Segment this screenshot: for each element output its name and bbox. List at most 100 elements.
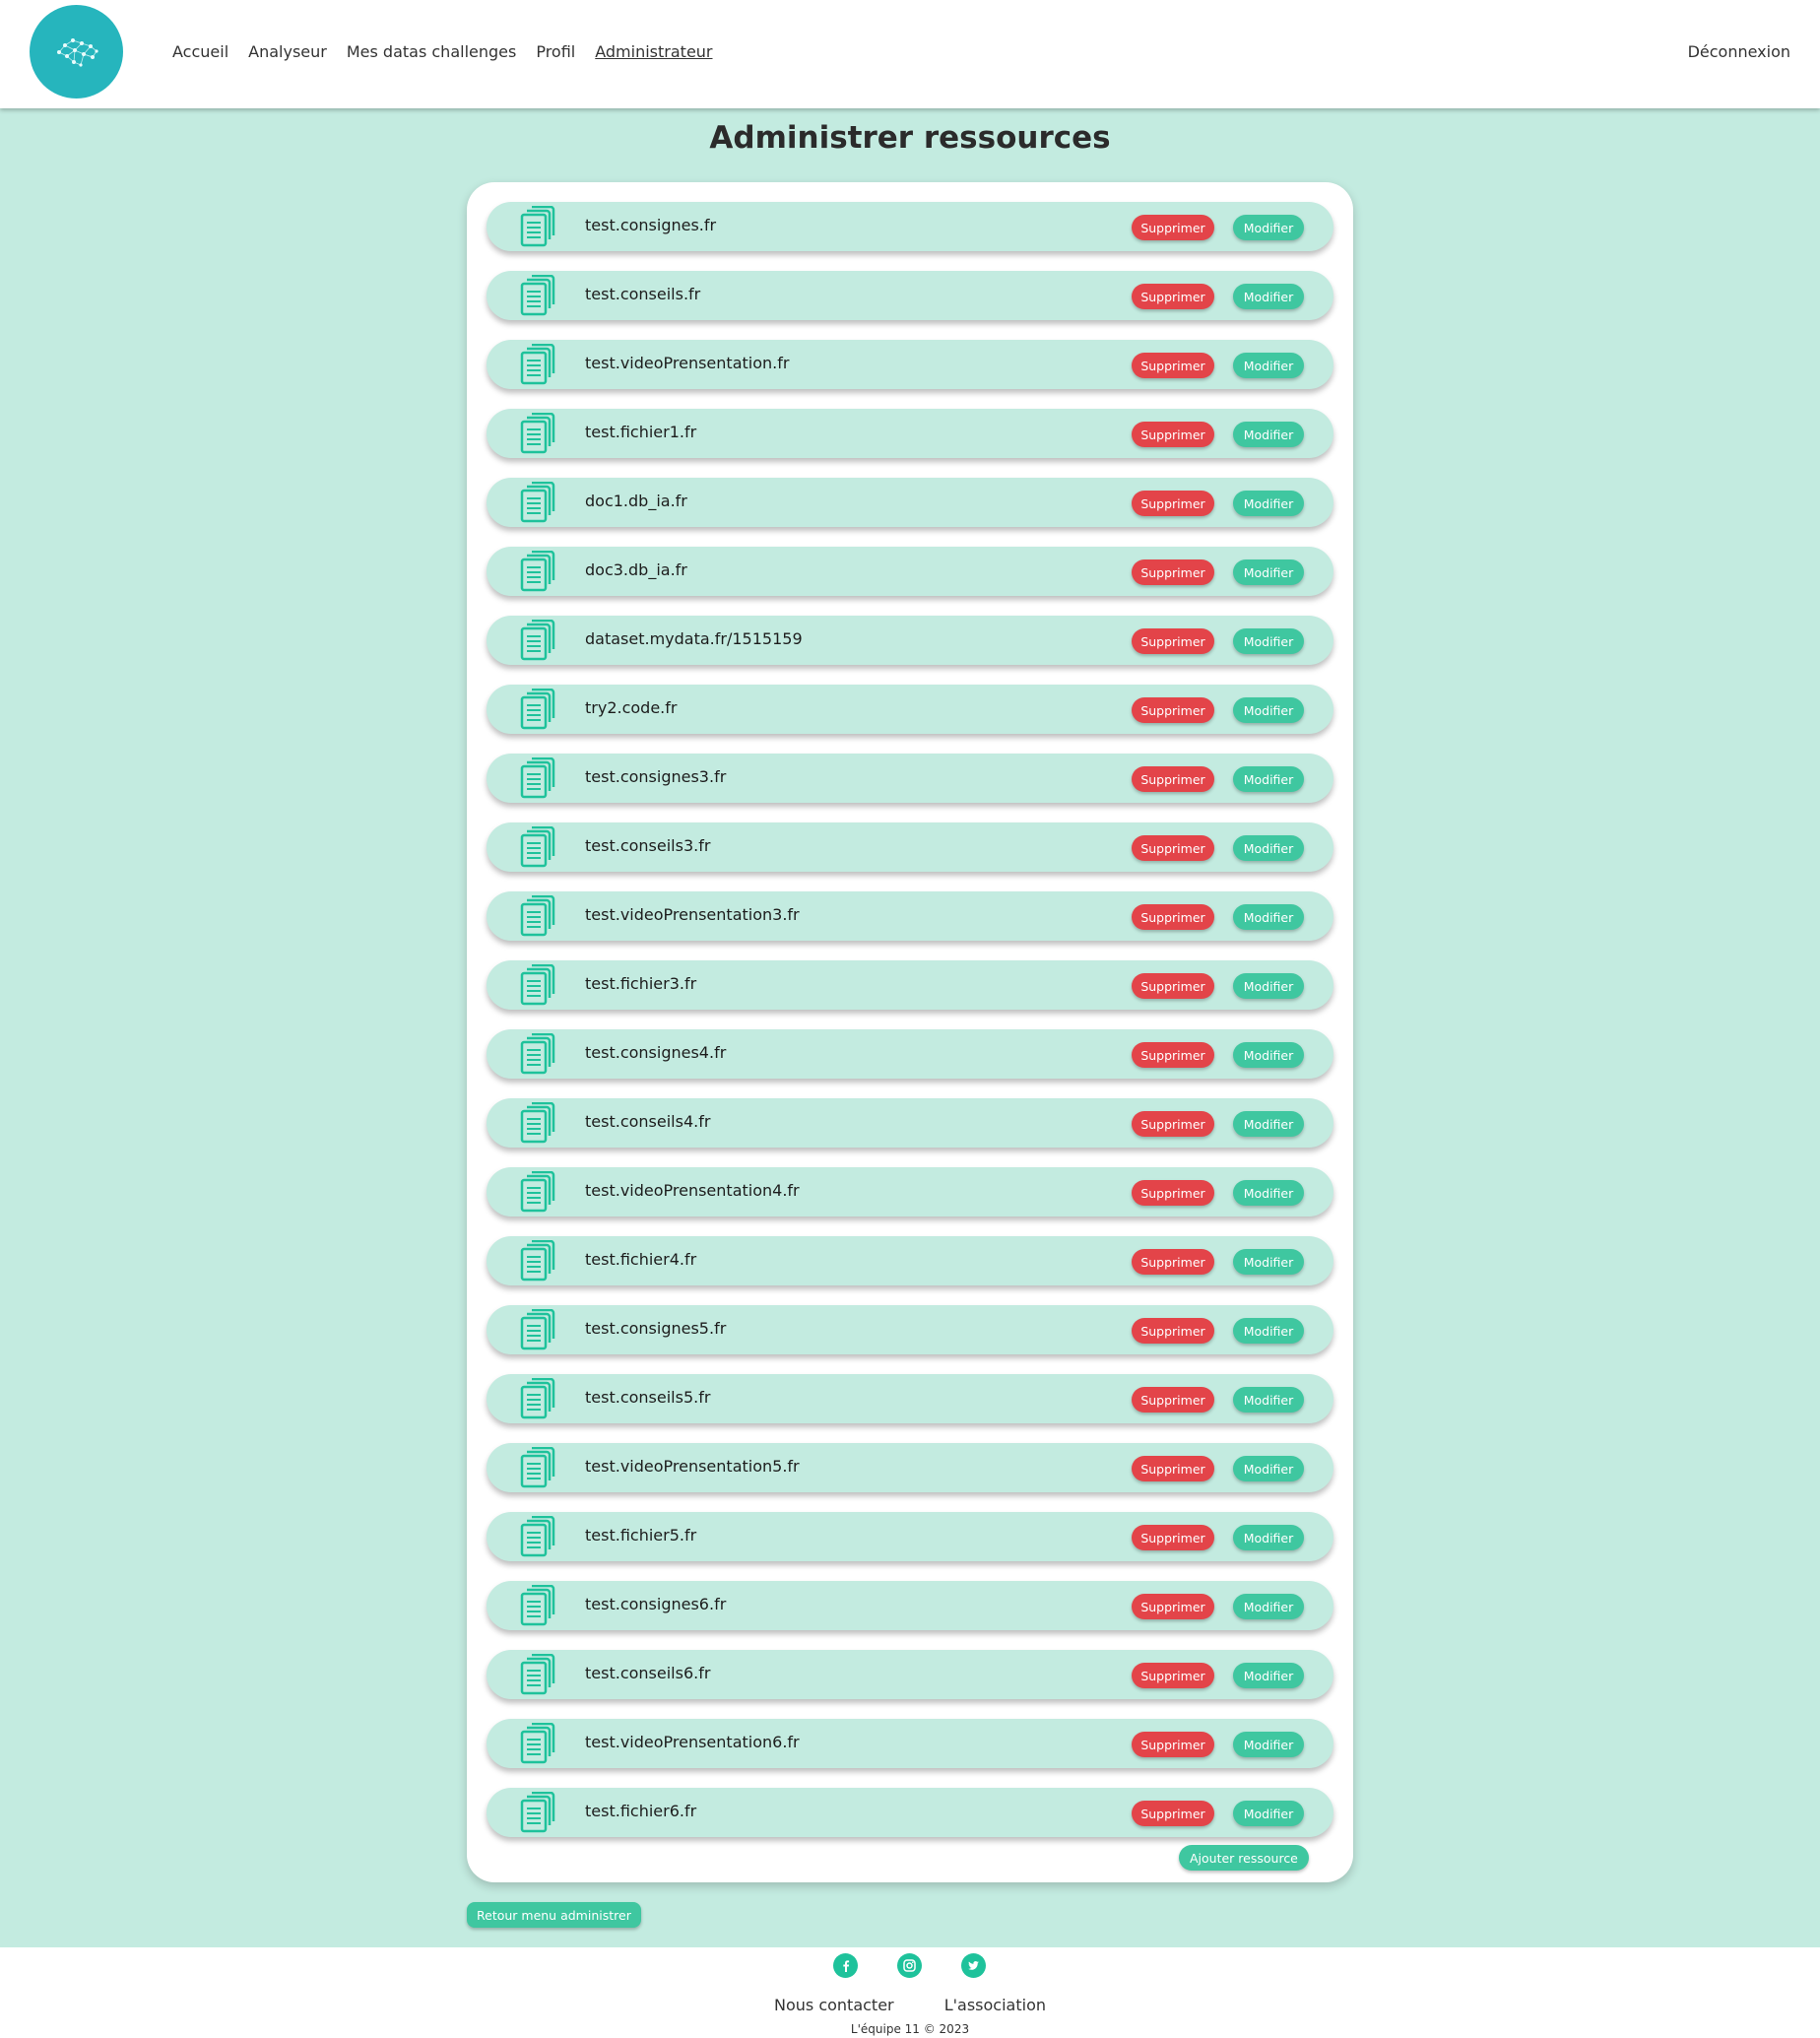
resource-name: test.fichier3.fr — [585, 974, 697, 993]
delete-button[interactable]: Supprimer — [1132, 766, 1214, 792]
document-stack-icon — [520, 550, 555, 592]
modify-button[interactable]: Modifier — [1233, 1042, 1304, 1068]
resource-name: test.videoPrensentation5.fr — [585, 1457, 800, 1476]
delete-button[interactable]: Supprimer — [1132, 1732, 1214, 1757]
resource-row: test.fichier5.fr Supprimer Modifier — [487, 1512, 1333, 1561]
modify-button[interactable]: Modifier — [1233, 1456, 1304, 1481]
document-stack-icon — [520, 1170, 555, 1213]
modify-button[interactable]: Modifier — [1233, 835, 1304, 861]
resource-name: test.fichier5.fr — [585, 1526, 697, 1545]
modify-button[interactable]: Modifier — [1233, 1525, 1304, 1550]
modify-button[interactable]: Modifier — [1233, 697, 1304, 723]
modify-button[interactable]: Modifier — [1233, 1180, 1304, 1206]
modify-button[interactable]: Modifier — [1233, 1594, 1304, 1619]
delete-button[interactable]: Supprimer — [1132, 422, 1214, 447]
delete-button[interactable]: Supprimer — [1132, 1180, 1214, 1206]
delete-button[interactable]: Supprimer — [1132, 559, 1214, 585]
instagram-icon[interactable] — [897, 1953, 922, 1978]
modify-button[interactable]: Modifier — [1233, 559, 1304, 585]
delete-button[interactable]: Supprimer — [1132, 353, 1214, 378]
resource-name: test.fichier6.fr — [585, 1802, 697, 1820]
delete-button[interactable]: Supprimer — [1132, 1594, 1214, 1619]
delete-button[interactable]: Supprimer — [1132, 284, 1214, 309]
contact-link[interactable]: Nous contacter — [774, 1996, 894, 2014]
delete-button[interactable]: Supprimer — [1132, 1111, 1214, 1137]
modify-button[interactable]: Modifier — [1233, 1249, 1304, 1275]
delete-button[interactable]: Supprimer — [1132, 904, 1214, 930]
nav-accueil[interactable]: Accueil — [172, 42, 228, 61]
delete-button[interactable]: Supprimer — [1132, 835, 1214, 861]
resource-row: dataset.mydata.fr/1515159 Supprimer Modifi… — [487, 616, 1333, 665]
document-stack-icon — [520, 1791, 555, 1833]
modify-button[interactable]: Modifier — [1233, 766, 1304, 792]
delete-button[interactable]: Supprimer — [1132, 697, 1214, 723]
modify-button[interactable]: Modifier — [1233, 1732, 1304, 1757]
resource-row: test.conseils4.fr Supprimer Modifier — [487, 1098, 1333, 1148]
back-to-admin-menu-button[interactable]: Retour menu administrer — [467, 1902, 641, 1928]
modify-button[interactable]: Modifier — [1233, 284, 1304, 309]
resource-row: test.consignes.fr Supprimer Modifier — [487, 202, 1333, 251]
document-stack-icon — [520, 1722, 555, 1764]
delete-button[interactable]: Supprimer — [1132, 1387, 1214, 1413]
document-stack-icon — [520, 1239, 555, 1282]
brain-icon — [56, 37, 98, 67]
modify-button[interactable]: Modifier — [1233, 353, 1304, 378]
delete-button[interactable]: Supprimer — [1132, 215, 1214, 240]
delete-button[interactable]: Supprimer — [1132, 1663, 1214, 1688]
resource-row: test.consignes3.fr Supprimer Modifier — [487, 754, 1333, 803]
modify-button[interactable]: Modifier — [1233, 1387, 1304, 1413]
document-stack-icon — [520, 343, 555, 385]
delete-button[interactable]: Supprimer — [1132, 491, 1214, 516]
nav-mes-datas-challenges[interactable]: Mes datas challenges — [347, 42, 516, 61]
modify-button[interactable]: Modifier — [1233, 1111, 1304, 1137]
document-stack-icon — [520, 1308, 555, 1350]
nav-analyseur[interactable]: Analyseur — [248, 42, 327, 61]
resource-name: test.consignes3.fr — [585, 767, 727, 786]
footer-links: Nous contacter L'association — [0, 1996, 1820, 2014]
delete-button[interactable]: Supprimer — [1132, 1456, 1214, 1481]
resource-name: test.videoPrensentation3.fr — [585, 905, 800, 924]
resource-name: test.conseils.fr — [585, 285, 701, 303]
resource-name: test.fichier4.fr — [585, 1250, 697, 1269]
modify-button[interactable]: Modifier — [1233, 1318, 1304, 1344]
copyright: L'équipe 11 © 2023 — [850, 2022, 970, 2036]
delete-button[interactable]: Supprimer — [1132, 1318, 1214, 1344]
association-link[interactable]: L'association — [944, 1996, 1046, 2014]
resource-row: test.consignes4.fr Supprimer Modifier — [487, 1029, 1333, 1079]
delete-button[interactable]: Supprimer — [1132, 1042, 1214, 1068]
brain-logo[interactable] — [30, 5, 123, 99]
add-resource-button[interactable]: Ajouter ressource — [1179, 1845, 1309, 1871]
logout-link[interactable]: Déconnexion — [1688, 42, 1790, 61]
modify-button[interactable]: Modifier — [1233, 904, 1304, 930]
modify-button[interactable]: Modifier — [1233, 973, 1304, 999]
delete-button[interactable]: Supprimer — [1132, 628, 1214, 654]
modify-button[interactable]: Modifier — [1233, 628, 1304, 654]
nav-profil[interactable]: Profil — [536, 42, 575, 61]
document-stack-icon — [520, 825, 555, 868]
resource-row: test.conseils.fr Supprimer Modifier — [487, 271, 1333, 320]
modify-button[interactable]: Modifier — [1233, 1801, 1304, 1826]
resource-row: test.videoPrensentation6.fr Supprimer Modi… — [487, 1719, 1333, 1768]
resource-name: test.conseils4.fr — [585, 1112, 711, 1131]
facebook-icon[interactable] — [833, 1953, 858, 1978]
resource-name: dataset.mydata.fr/1515159 — [585, 629, 803, 648]
resource-row: test.fichier1.fr Supprimer Modifier — [487, 409, 1333, 458]
page-title: Administrer ressources — [709, 120, 1111, 156]
delete-button[interactable]: Supprimer — [1132, 1801, 1214, 1826]
delete-button[interactable]: Supprimer — [1132, 973, 1214, 999]
modify-button[interactable]: Modifier — [1233, 491, 1304, 516]
document-stack-icon — [520, 1032, 555, 1075]
delete-button[interactable]: Supprimer — [1132, 1249, 1214, 1275]
nav-administrateur[interactable]: Administrateur — [595, 42, 712, 61]
modify-button[interactable]: Modifier — [1233, 215, 1304, 240]
delete-button[interactable]: Supprimer — [1132, 1525, 1214, 1550]
resource-row: test.fichier3.fr Supprimer Modifier — [487, 960, 1333, 1010]
document-stack-icon — [520, 756, 555, 799]
resource-row: test.videoPrensentation4.fr Supprimer Modi… — [487, 1167, 1333, 1216]
resource-list: test.consignes.fr Supprimer Modifier test.c… — [487, 202, 1333, 1857]
modify-button[interactable]: Modifier — [1233, 422, 1304, 447]
document-stack-icon — [520, 205, 555, 247]
twitter-icon[interactable] — [961, 1953, 986, 1978]
resource-name: try2.code.fr — [585, 698, 678, 717]
modify-button[interactable]: Modifier — [1233, 1663, 1304, 1688]
